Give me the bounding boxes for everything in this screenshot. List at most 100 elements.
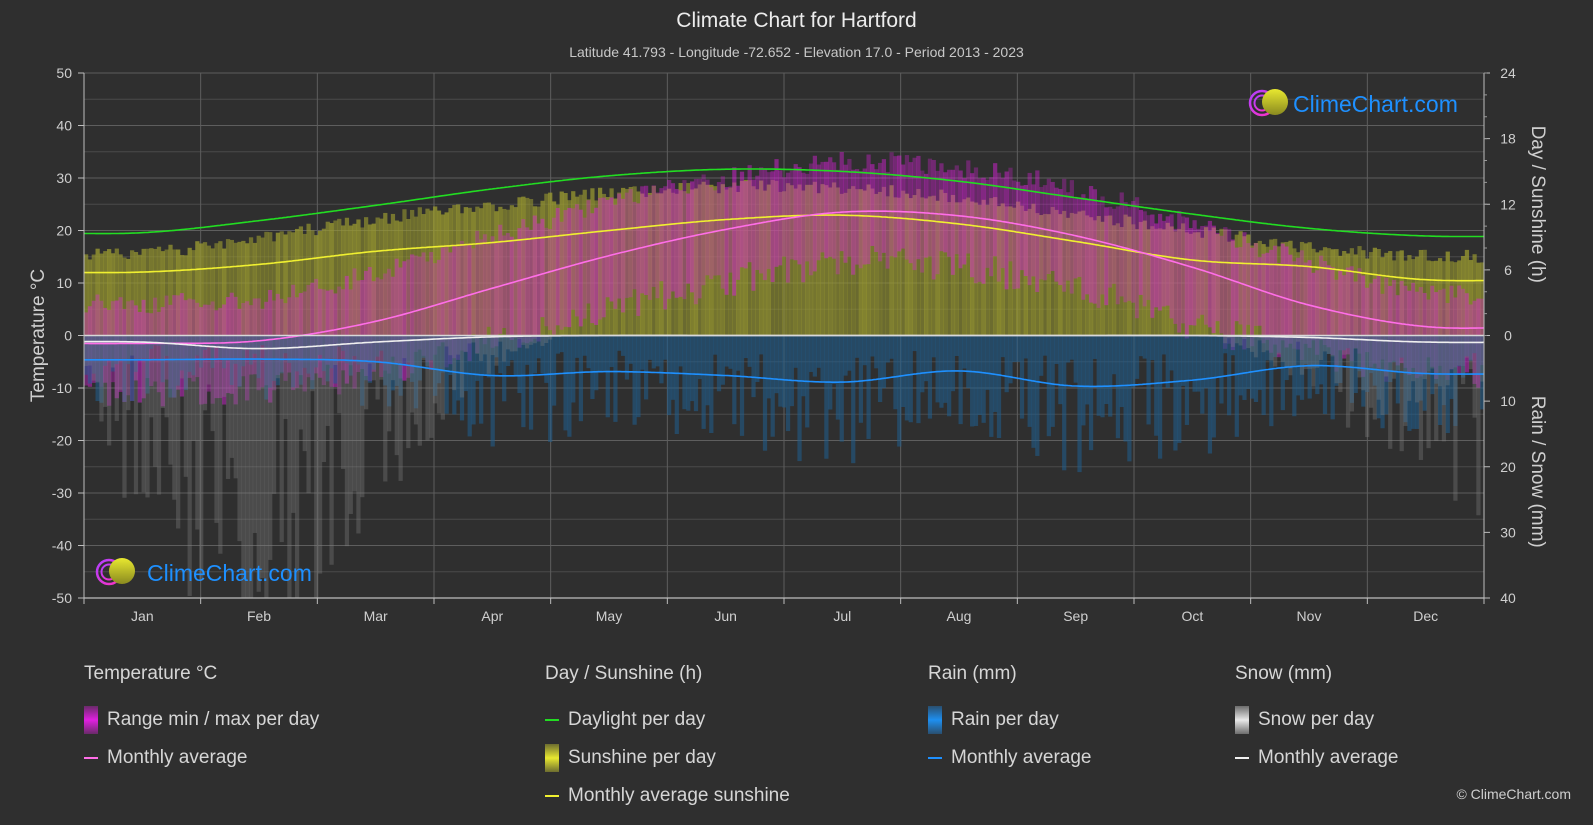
legend-item-label: Range min / max per day [107,709,320,730]
rain-bar [582,335,587,356]
snow-bar [406,335,411,449]
rain-bar [467,335,472,437]
rain-bar [590,335,595,400]
snow-bar [1253,335,1259,358]
snow-bar [260,335,265,578]
rain-bar [1019,335,1025,419]
legend-group-title: Rain (mm) [928,663,1017,684]
snow-bar [394,335,399,456]
rain-bar [693,335,699,412]
snow-bar [99,335,104,422]
temp-range-bar [858,171,864,269]
month-label: Oct [1181,608,1203,624]
snow-bar [1476,335,1481,516]
temp-range-bar [1058,188,1063,286]
temp-range-bar [1154,223,1159,308]
temp-range-bar [605,199,610,298]
temp-range-bar [1307,260,1312,348]
temp-range-bar [778,170,783,266]
left-axis-title: Temperature °C [28,269,49,402]
snow-bar [1430,335,1435,369]
temp-range-bar [540,218,545,318]
temp-range-bar [1077,198,1082,277]
snow-bar [1403,335,1408,426]
rain-bar [1081,335,1086,426]
temp-range-bar [854,169,860,265]
rain-bar [877,335,883,403]
rain-bar [985,335,990,390]
snow-bar [1230,335,1236,347]
rain-bar [1180,335,1186,386]
rain-bar [931,335,936,358]
rain-bar [678,335,683,367]
rain-bar [1157,335,1163,459]
snow-bar [367,335,373,364]
rain-bar [1042,335,1048,356]
snow-bar [436,335,442,414]
rain-bar [854,335,860,358]
temp-range-bar [640,186,645,294]
temp-range-bar [1169,214,1174,319]
snow-bar [291,335,296,513]
snow-bar [1276,335,1282,355]
snow-bar [505,335,511,350]
snow-bar [168,335,173,465]
snow-bar [383,335,388,482]
temp-range-bar [486,244,491,327]
rain-bar [605,335,610,418]
rain-bar [697,335,702,379]
temp-range-bar [1008,167,1013,262]
snow-bar [398,335,403,481]
temp-range-bar [644,185,649,296]
legend-item: Rain per day [928,701,1091,739]
rain-bar [1127,335,1132,462]
snow-bar [279,335,284,543]
rain-bar [620,335,626,356]
temp-range-bar [536,223,541,342]
rain-bar [816,335,821,368]
rain-bar [1211,335,1216,438]
temp-range-bar [697,178,702,299]
rain-bar [801,335,806,397]
rain-bar [716,335,722,392]
temp-range-bar [548,229,553,331]
right-sunshine-tick-label: 0 [1504,328,1512,344]
temp-range-bar [1223,227,1228,349]
snow-bar [130,335,135,356]
temp-range-bar [1134,197,1140,319]
rain-bar [597,335,603,372]
logo-sun-icon [109,558,135,584]
snow-bar [275,335,281,379]
temp-range-bar [939,163,944,252]
rain-bar [517,335,522,394]
rain-bar [578,335,584,422]
rain-bar [705,335,710,406]
snow-bar [233,335,238,479]
temp-range-bar [663,186,668,310]
snow-bar [314,335,319,598]
temp-range-bar [1265,252,1270,340]
rain-bar [1077,335,1082,473]
rain-bar [797,335,802,462]
temp-range-bar [1096,202,1101,308]
temp-range-bar [1250,247,1255,347]
rain-bar [655,335,660,367]
rain-bar [536,335,541,359]
snow-bar [107,335,112,446]
snow-bar [84,335,89,366]
rain-bar [847,335,852,371]
rain-bar [1154,335,1159,436]
temp-range-bar [490,236,495,348]
snow-bar [1357,335,1362,378]
rain-bar [659,335,664,384]
temp-range-bar [793,164,798,261]
rain-bar [1004,335,1009,393]
snow-bar [1223,335,1228,344]
temp-range-bar [751,179,756,291]
snow-bar [429,335,434,438]
snow-bar [329,335,334,565]
rain-bar [1073,335,1078,383]
snow-bar [356,335,361,534]
temp-range-bar [620,198,626,313]
rain-bar [747,335,752,367]
